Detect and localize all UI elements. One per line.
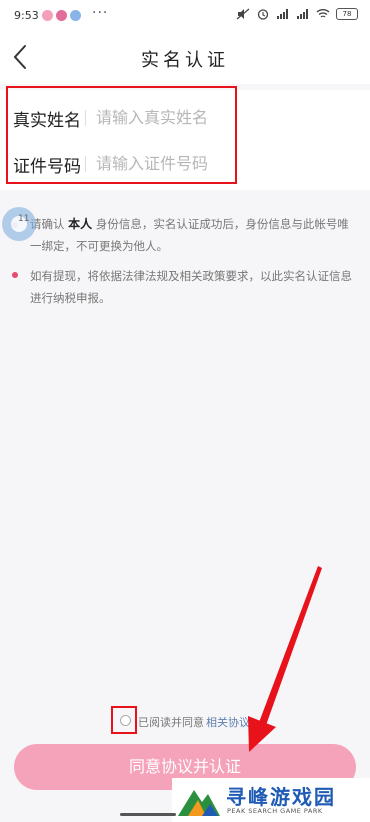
agreement-checkbox[interactable] <box>120 715 131 726</box>
battery-icon: 78 <box>336 8 358 20</box>
home-indicator <box>120 813 176 816</box>
page-title: 实名认证 <box>141 50 229 71</box>
watermark: 寻峰游戏园 PEAK SEARCH GAME PARK <box>172 778 370 822</box>
app-notification-icon <box>70 10 81 21</box>
watermark-title: 寻峰游戏园 <box>226 785 336 809</box>
agreement-text: 已阅读并同意 <box>138 716 204 729</box>
nav-header: 实名认证 <box>0 32 370 84</box>
realname-form: 真实姓名 证件号码 <box>0 90 370 190</box>
alarm-icon <box>257 9 269 20</box>
id-label: 证件号码 <box>13 157 81 177</box>
name-label: 真实姓名 <box>13 111 81 131</box>
id-number-input[interactable] <box>96 148 336 178</box>
watermark-logo-icon <box>178 790 220 816</box>
name-row: 真实姓名 <box>0 94 370 140</box>
touch-indicator <box>2 207 36 241</box>
wifi-icon <box>316 9 330 18</box>
notice-bold: 本人 <box>68 217 93 231</box>
divider <box>85 110 86 126</box>
id-row: 证件号码 <box>0 140 370 186</box>
signal-icon <box>277 9 288 19</box>
notice-identity: 请确认 本人 身份信息，实名认证成功后，身份信息与此帐号唯一绑定，不可更换为他人… <box>30 213 360 257</box>
touch-index: 11 <box>18 214 30 224</box>
notice-bullet <box>12 272 18 278</box>
more-notifications-icon: ··· <box>92 5 109 21</box>
real-name-input[interactable] <box>96 102 336 132</box>
status-time: 9:53 <box>14 9 39 22</box>
notice-tax: 如有提现，将依据法律法规及相关政策要求，以此实名认证信息进行纳税申报。 <box>30 269 352 305</box>
watermark-subtitle: PEAK SEARCH GAME PARK <box>227 807 323 815</box>
agreement-link[interactable]: 相关协议 <box>206 714 250 730</box>
app-notification-icon <box>42 10 53 21</box>
app-notification-icon <box>56 10 67 21</box>
mute-icon <box>236 8 250 20</box>
status-bar: 9:53 ··· 78 <box>0 0 370 32</box>
status-icons: 78 <box>236 8 358 20</box>
signal-icon <box>297 9 308 19</box>
divider <box>85 156 86 172</box>
